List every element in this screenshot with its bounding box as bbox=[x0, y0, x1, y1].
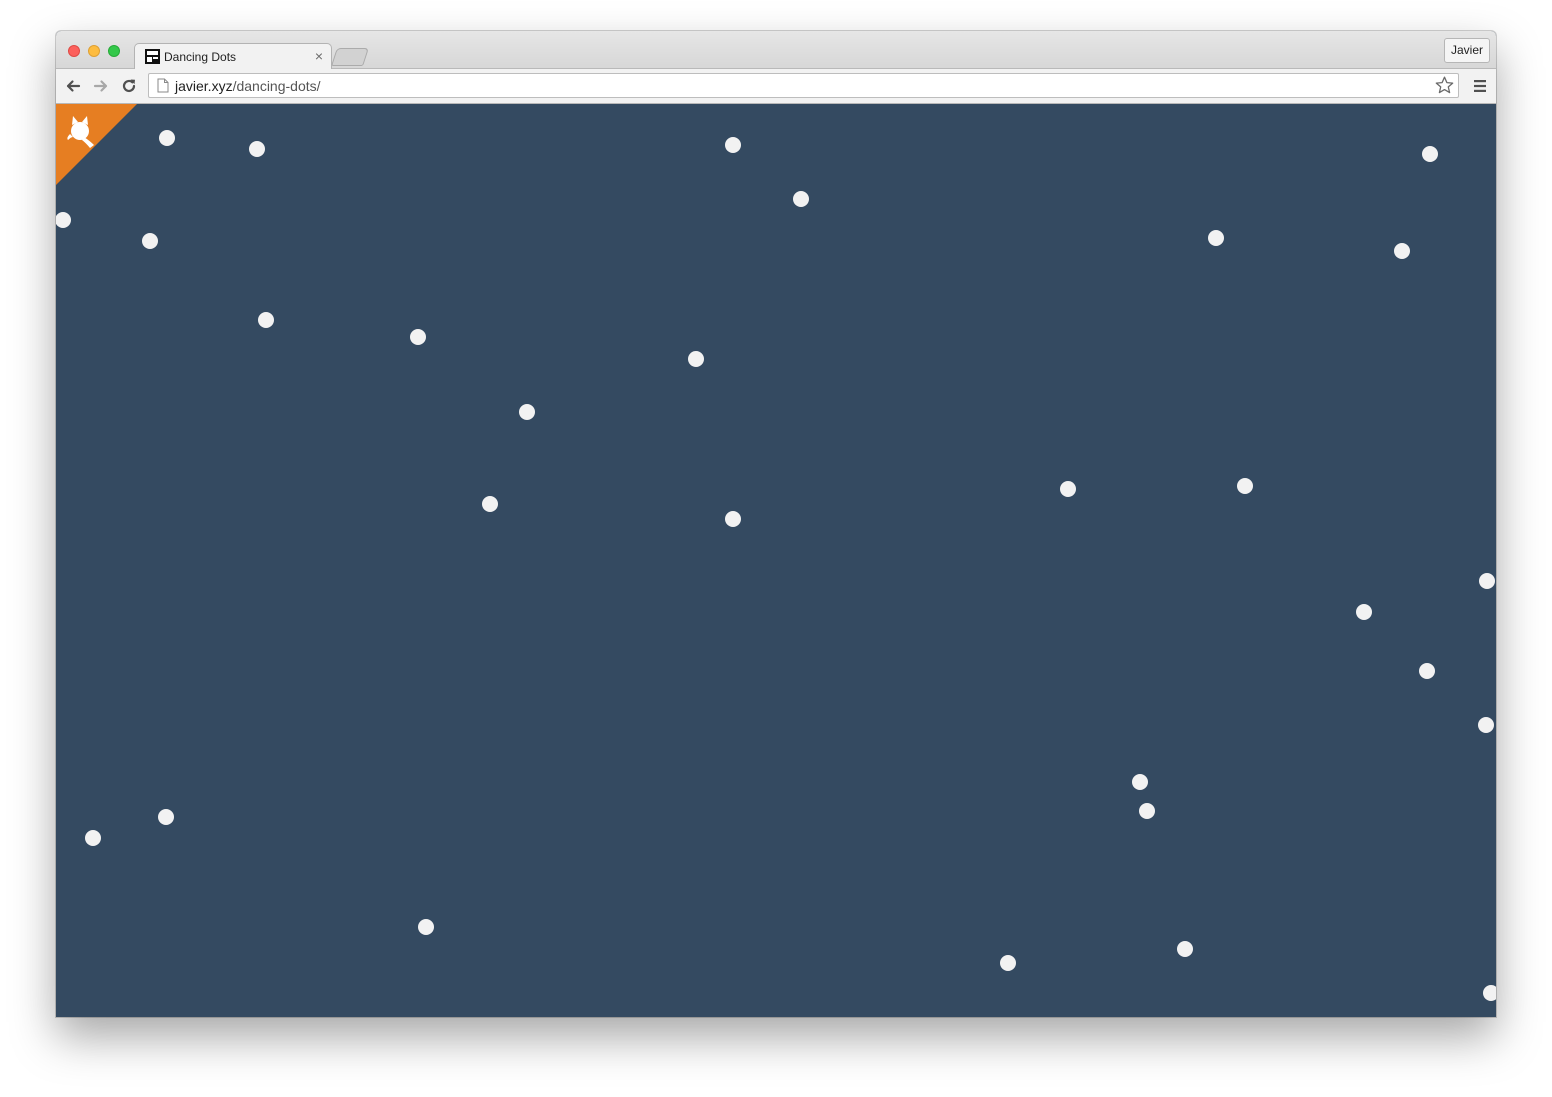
page-icon bbox=[157, 78, 169, 93]
dot bbox=[725, 511, 741, 527]
dot bbox=[418, 919, 434, 935]
dot bbox=[1478, 717, 1494, 733]
browser-toolbar: javier.xyz/dancing-dots/ bbox=[56, 69, 1496, 104]
dot bbox=[1177, 941, 1193, 957]
dot bbox=[410, 329, 426, 345]
github-corner-link[interactable] bbox=[56, 104, 137, 185]
window-minimize-button[interactable] bbox=[88, 45, 100, 57]
dot bbox=[1479, 573, 1495, 589]
favicon-icon bbox=[145, 49, 160, 64]
dot bbox=[1139, 803, 1155, 819]
dot bbox=[1208, 230, 1224, 246]
window-close-button[interactable] bbox=[68, 45, 80, 57]
address-bar[interactable]: javier.xyz/dancing-dots/ bbox=[148, 73, 1459, 98]
hamburger-menu-icon[interactable] bbox=[1473, 78, 1487, 94]
dot bbox=[1237, 478, 1253, 494]
tab-strip: Dancing Dots × Javier bbox=[56, 31, 1496, 70]
dot bbox=[258, 312, 274, 328]
dot bbox=[249, 141, 265, 157]
dot bbox=[1000, 955, 1016, 971]
dot bbox=[1356, 604, 1372, 620]
dot bbox=[85, 830, 101, 846]
star-icon[interactable] bbox=[1434, 75, 1455, 96]
forward-arrow-icon[interactable] bbox=[90, 75, 112, 97]
dot bbox=[159, 130, 175, 146]
tab-dancing-dots[interactable]: Dancing Dots × bbox=[134, 43, 332, 70]
dot bbox=[142, 233, 158, 249]
dot bbox=[1419, 663, 1435, 679]
dot bbox=[1422, 146, 1438, 162]
page-canvas[interactable] bbox=[56, 104, 1496, 1017]
tab-close-icon[interactable]: × bbox=[315, 48, 323, 64]
dot bbox=[688, 351, 704, 367]
browser-window: Dancing Dots × Javier javier.xyz/dancing… bbox=[56, 31, 1496, 1017]
reload-icon[interactable] bbox=[118, 75, 140, 97]
dot bbox=[1060, 481, 1076, 497]
dot bbox=[793, 191, 809, 207]
dot bbox=[725, 137, 741, 153]
dot bbox=[1132, 774, 1148, 790]
url-text[interactable]: javier.xyz/dancing-dots/ bbox=[175, 78, 321, 94]
window-zoom-button[interactable] bbox=[108, 45, 120, 57]
dot bbox=[158, 809, 174, 825]
dot bbox=[1394, 243, 1410, 259]
dot bbox=[1483, 985, 1496, 1001]
back-arrow-icon[interactable] bbox=[62, 75, 84, 97]
url-path: /dancing-dots/ bbox=[232, 78, 321, 94]
new-tab-button[interactable] bbox=[331, 48, 369, 66]
profile-button[interactable]: Javier bbox=[1443, 38, 1490, 63]
dancing-dots-field[interactable] bbox=[56, 104, 1496, 1017]
url-host: javier.xyz bbox=[175, 78, 233, 94]
tab-title: Dancing Dots bbox=[164, 50, 237, 64]
dot bbox=[482, 496, 498, 512]
dot bbox=[56, 212, 71, 228]
dot bbox=[519, 404, 535, 420]
